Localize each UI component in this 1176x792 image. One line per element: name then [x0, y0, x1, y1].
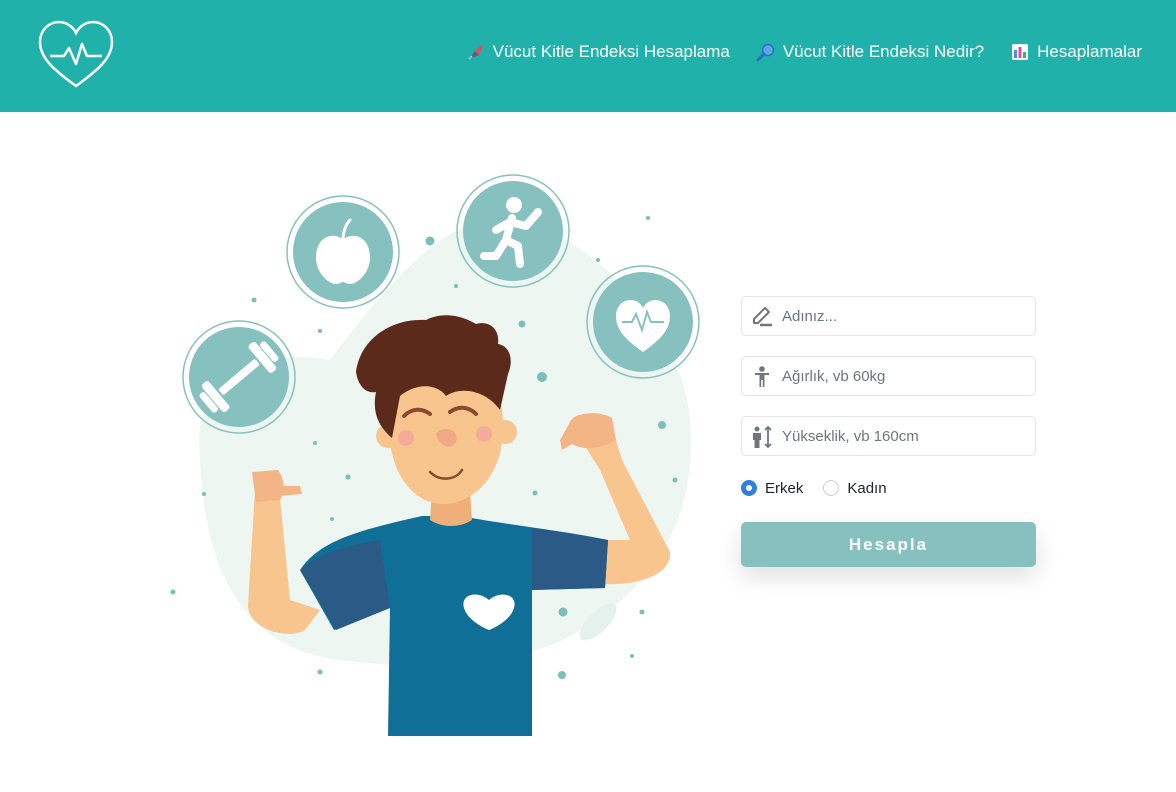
height-input[interactable] — [782, 417, 1027, 455]
dumbbell-circle-icon — [182, 320, 296, 434]
nav-link-label: Vücut Kitle Endeksi Hesaplama — [492, 42, 730, 61]
radio-male[interactable] — [741, 480, 757, 496]
top-navbar: Vücut Kitle Endeksi Hesaplama Vücut Kitl… — [0, 0, 1176, 112]
weight-field[interactable] — [741, 356, 1036, 396]
nav-link-bmi-calc[interactable]: Vücut Kitle Endeksi Hesaplama — [466, 42, 730, 62]
nav-link-label: Hesaplamalar — [1037, 42, 1142, 61]
nav-link-calculations[interactable]: Hesaplamalar — [1010, 42, 1142, 62]
gender-selector: Erkek Kadın — [741, 476, 1036, 500]
runner-circle-icon — [456, 174, 570, 288]
apple-circle-icon — [286, 195, 400, 309]
radio-label: Kadın — [847, 479, 887, 497]
bar-chart-icon — [1012, 44, 1029, 60]
radio-female[interactable] — [823, 480, 840, 496]
fitness-illustration — [170, 174, 700, 736]
nav-link-label: Vücut Kitle Endeksi Nedir? — [782, 42, 985, 61]
calculate-button[interactable]: Hesapla — [741, 522, 1036, 567]
weight-input[interactable] — [782, 357, 1027, 395]
radio-label: Erkek — [765, 479, 804, 497]
nav-link-bmi-what[interactable]: Vücut Kitle Endeksi Nedir? — [756, 42, 984, 62]
bmi-form: Erkek Kadın Hesapla — [741, 296, 1036, 567]
heart-pulse-logo-icon[interactable] — [36, 18, 116, 90]
pencil-edit-icon — [753, 307, 772, 327]
magnifier-icon — [756, 43, 775, 62]
heart-circle-icon — [586, 265, 700, 379]
gender-option-female[interactable]: Kadın — [823, 479, 887, 497]
height-measure-icon — [753, 425, 772, 449]
gender-option-male[interactable]: Erkek — [741, 480, 803, 497]
person-icon — [755, 366, 769, 387]
name-field[interactable] — [741, 296, 1036, 336]
fountain-pen-icon — [468, 45, 483, 60]
height-field[interactable] — [741, 416, 1036, 456]
name-input[interactable] — [782, 297, 1027, 335]
